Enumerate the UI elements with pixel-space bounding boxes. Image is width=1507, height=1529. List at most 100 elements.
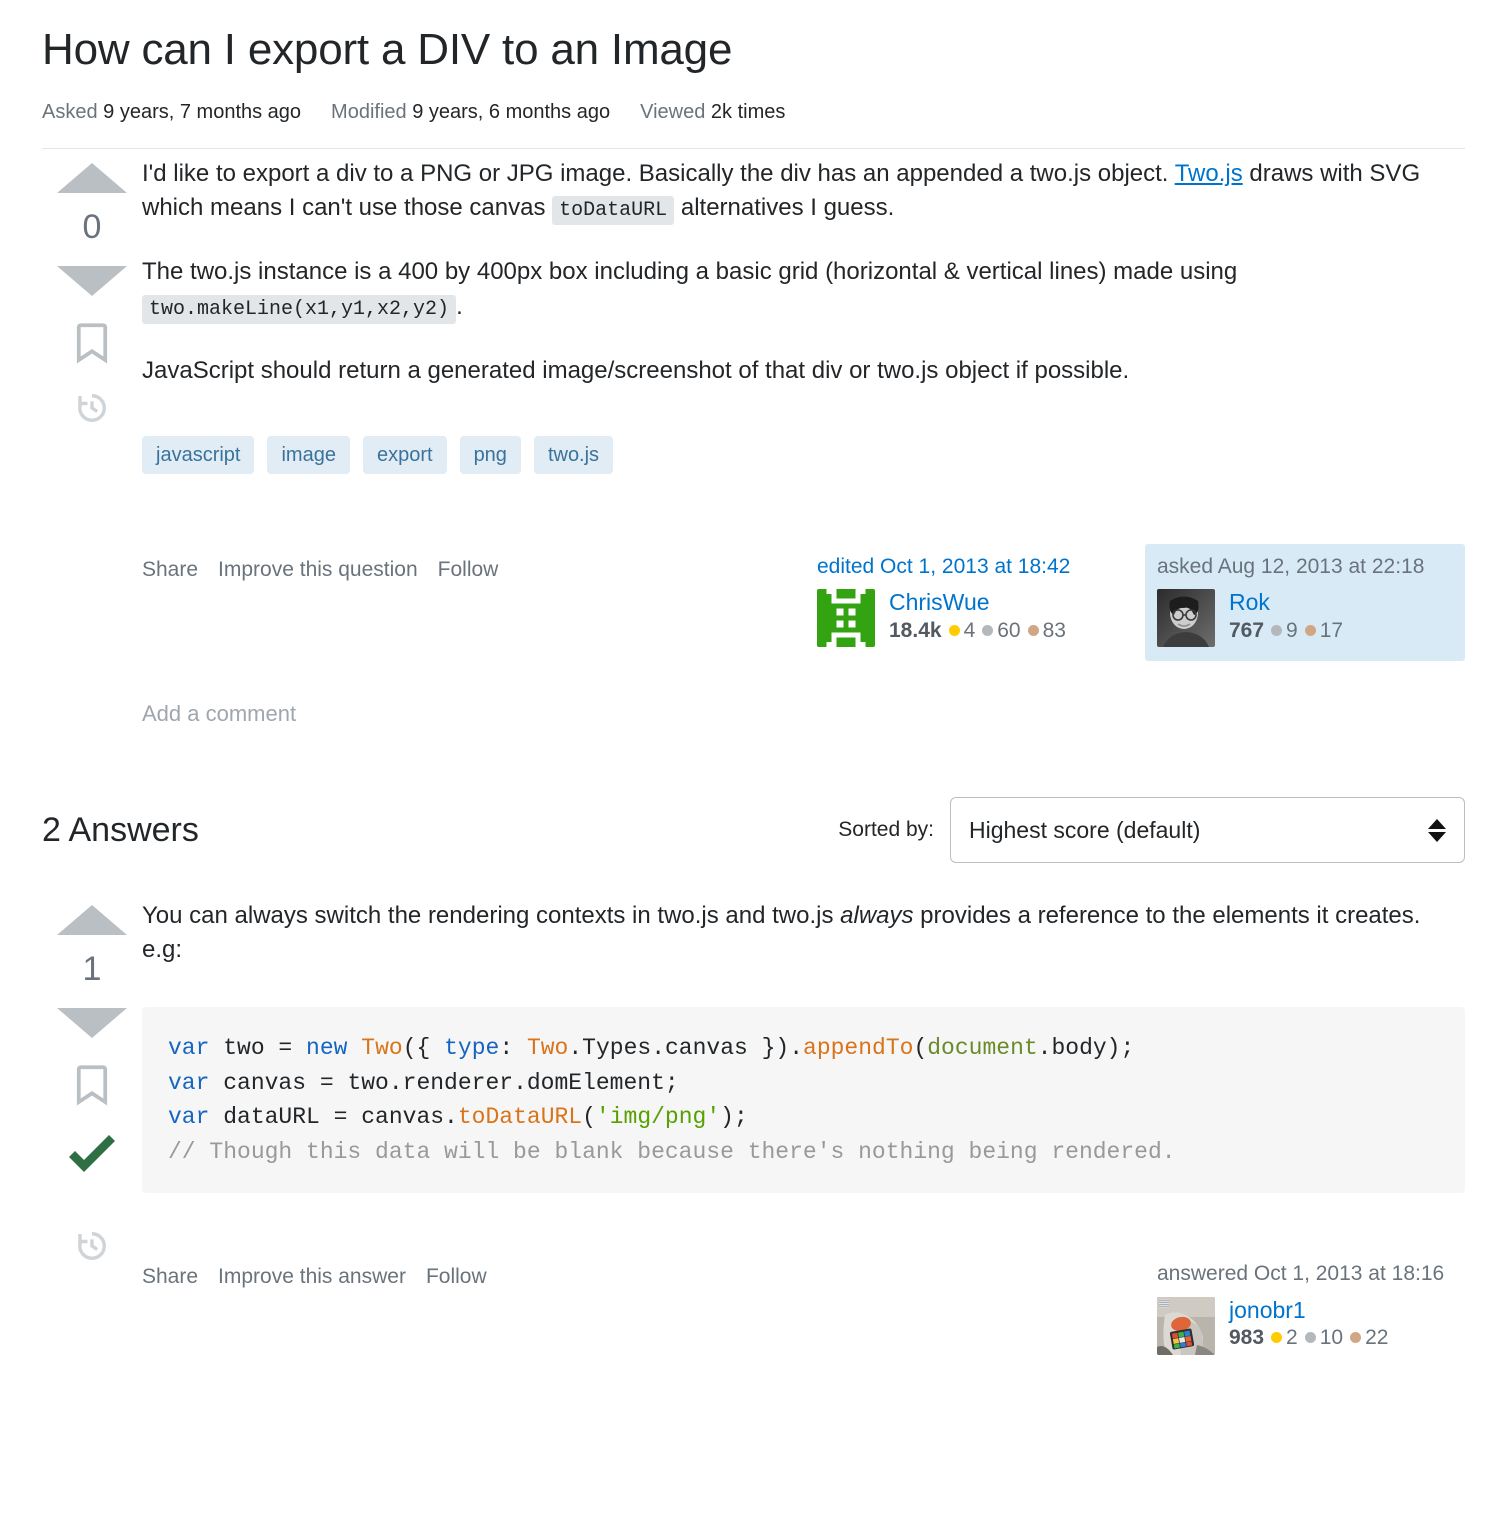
code-text: .body);	[1037, 1035, 1135, 1062]
accepted-answer-check-icon[interactable]	[64, 1134, 120, 1182]
chevron-updown-icon	[1428, 818, 1446, 842]
question-paragraph-3: JavaScript should return a generated ima…	[142, 356, 1130, 384]
asker-info: Rok 767 9 17	[1229, 589, 1343, 642]
sort-select[interactable]: Highest score (default)	[950, 797, 1465, 864]
code-text: canvas = two.renderer.domElement;	[209, 1069, 679, 1096]
arrow-up-icon[interactable]	[57, 905, 127, 936]
tag-javascript[interactable]: javascript	[142, 436, 255, 475]
editor-gold-count: 4	[963, 618, 976, 642]
editor-stats: 18.4k 4 60 83	[889, 619, 1066, 643]
code-content: var two = new Two({ type: Two.Types.canv…	[168, 1035, 1176, 1165]
answer-vote-count: 1	[82, 950, 102, 989]
inline-code-makeline: two.makeLine(x1,y1,x2,y2)	[142, 294, 457, 324]
sorted-by-label: Sorted by:	[838, 818, 934, 842]
silver-badge: 9	[1271, 619, 1298, 643]
question-actions: Share Improve this question Follow	[142, 544, 498, 582]
tag-export[interactable]: export	[362, 436, 447, 475]
gold-dot-icon	[948, 625, 960, 637]
editor-name-link[interactable]: ChrisWue	[889, 589, 1066, 615]
arrow-down-icon[interactable]	[57, 1008, 127, 1039]
a-p1-emphasis: always	[840, 902, 914, 930]
code-fn-todataurl: toDataURL	[457, 1104, 583, 1131]
history-icon[interactable]	[74, 1228, 110, 1264]
answer-post: 1 You can always switch the rendering co…	[42, 891, 1465, 1368]
code-string: 'img/png'	[595, 1104, 721, 1131]
answerer-user-card: answered Oct 1, 2013 at 18:16 jonobr1 98…	[1145, 1251, 1465, 1368]
code-kw-type: type	[444, 1035, 500, 1062]
editor-info: ChrisWue 18.4k 4 60 83	[889, 589, 1066, 642]
improve-question-button[interactable]: Improve this question	[218, 558, 418, 582]
code-text: .Types.canvas }).	[568, 1035, 804, 1062]
question-paragraph-2: The two.js instance is a 400 by 400px bo…	[142, 255, 1465, 324]
editor-reputation: 18.4k	[889, 618, 942, 642]
edited-timestamp[interactable]: edited Oct 1, 2013 at 18:42	[817, 554, 1113, 579]
answered-timestamp: answered Oct 1, 2013 at 18:16	[1157, 1262, 1445, 1286]
page-title: How can I export a DIV to an Image	[42, 25, 733, 74]
code-text: ({	[402, 1035, 445, 1062]
asker-silver-count: 9	[1286, 618, 1298, 642]
avatar[interactable]	[1157, 589, 1215, 648]
bookmark-icon[interactable]	[75, 322, 109, 364]
answerer-name-link[interactable]: jonobr1	[1229, 1297, 1388, 1323]
asker-name-link[interactable]: Rok	[1229, 589, 1343, 615]
editor-bronze-count: 83	[1042, 618, 1066, 642]
asked-timestamp: asked Aug 12, 2013 at 22:18	[1157, 555, 1425, 579]
gold-dot-icon	[1271, 1332, 1283, 1344]
modified-label: Modified	[331, 101, 407, 123]
history-icon[interactable]	[74, 390, 110, 426]
answers-header: 2 Answers Sorted by: Highest score (defa…	[42, 797, 1465, 864]
tag-twojs[interactable]: two.js	[533, 436, 614, 475]
answer-paragraph-1: You can always switch the rendering cont…	[142, 899, 1465, 967]
asker-stats: 767 9 17	[1229, 619, 1343, 643]
question-footer: Share Improve this question Follow edite…	[142, 544, 1465, 662]
code-text: dataURL = canvas.	[209, 1104, 458, 1131]
viewed-value: 2k times	[710, 101, 786, 123]
sort-select-value: Highest score (default)	[969, 816, 1201, 843]
code-text: :	[499, 1035, 527, 1062]
code-text: (	[913, 1035, 928, 1062]
answerer-gold-count: 2	[1286, 1325, 1298, 1349]
inline-code-todataurl: toDataURL	[552, 196, 675, 226]
photo-avatar-icon	[1157, 589, 1215, 648]
asked-value: 9 years, 7 months ago	[103, 101, 302, 123]
arrow-down-icon[interactable]	[57, 266, 127, 296]
question-vote-count: 0	[82, 208, 102, 246]
silver-badge: 60	[982, 618, 1021, 643]
question-vote-cell: 0	[42, 149, 142, 426]
follow-answer-button[interactable]: Follow	[426, 1265, 487, 1289]
follow-question-button[interactable]: Follow	[438, 558, 499, 582]
asker-reputation: 767	[1229, 618, 1265, 642]
avatar[interactable]	[817, 589, 875, 648]
answerer-silver-count: 10	[1319, 1325, 1344, 1349]
viewed-label: Viewed	[640, 101, 706, 123]
answer-prose: You can always switch the rendering cont…	[142, 899, 1465, 967]
q-p2-text-a: The two.js instance is a 400 by 400px bo…	[142, 258, 1238, 286]
bookmark-icon[interactable]	[75, 1064, 109, 1106]
bronze-badge: 22	[1350, 1326, 1388, 1350]
bronze-dot-icon	[1304, 625, 1316, 637]
share-question-button[interactable]: Share	[142, 558, 198, 582]
improve-answer-button[interactable]: Improve this answer	[218, 1265, 406, 1289]
editor-silver-count: 60	[997, 618, 1021, 642]
avatar[interactable]	[1157, 1296, 1215, 1355]
question-post: 0 I'd like to export a div to a PNG or J…	[42, 149, 1465, 727]
add-comment-button[interactable]: Add a comment	[142, 701, 1465, 727]
code-text: );	[720, 1104, 748, 1131]
answerer-reputation: 983	[1229, 1325, 1265, 1349]
question-page: How can I export a DIV to an Image Asked…	[0, 22, 1507, 1369]
code-class-two: Two	[361, 1035, 403, 1062]
a-p1-text-a: You can always switch the rendering cont…	[142, 902, 841, 930]
tag-image[interactable]: image	[267, 436, 350, 475]
share-answer-button[interactable]: Share	[142, 1265, 198, 1289]
twojs-link[interactable]: Two.js	[1175, 160, 1243, 187]
answers-count: 2 Answers	[42, 810, 199, 849]
code-kw-new: new	[306, 1035, 348, 1062]
answerer-row: jonobr1 983 2 10 22	[1157, 1296, 1453, 1355]
arrow-up-icon[interactable]	[57, 163, 127, 193]
silver-dot-icon	[1271, 625, 1283, 637]
tag-png[interactable]: png	[459, 436, 521, 475]
sort-controls: Sorted by: Highest score (default)	[838, 797, 1465, 864]
question-meta: Asked 9 years, 7 months ago Modified 9 y…	[42, 101, 1465, 124]
code-kw-var: var	[168, 1069, 210, 1096]
